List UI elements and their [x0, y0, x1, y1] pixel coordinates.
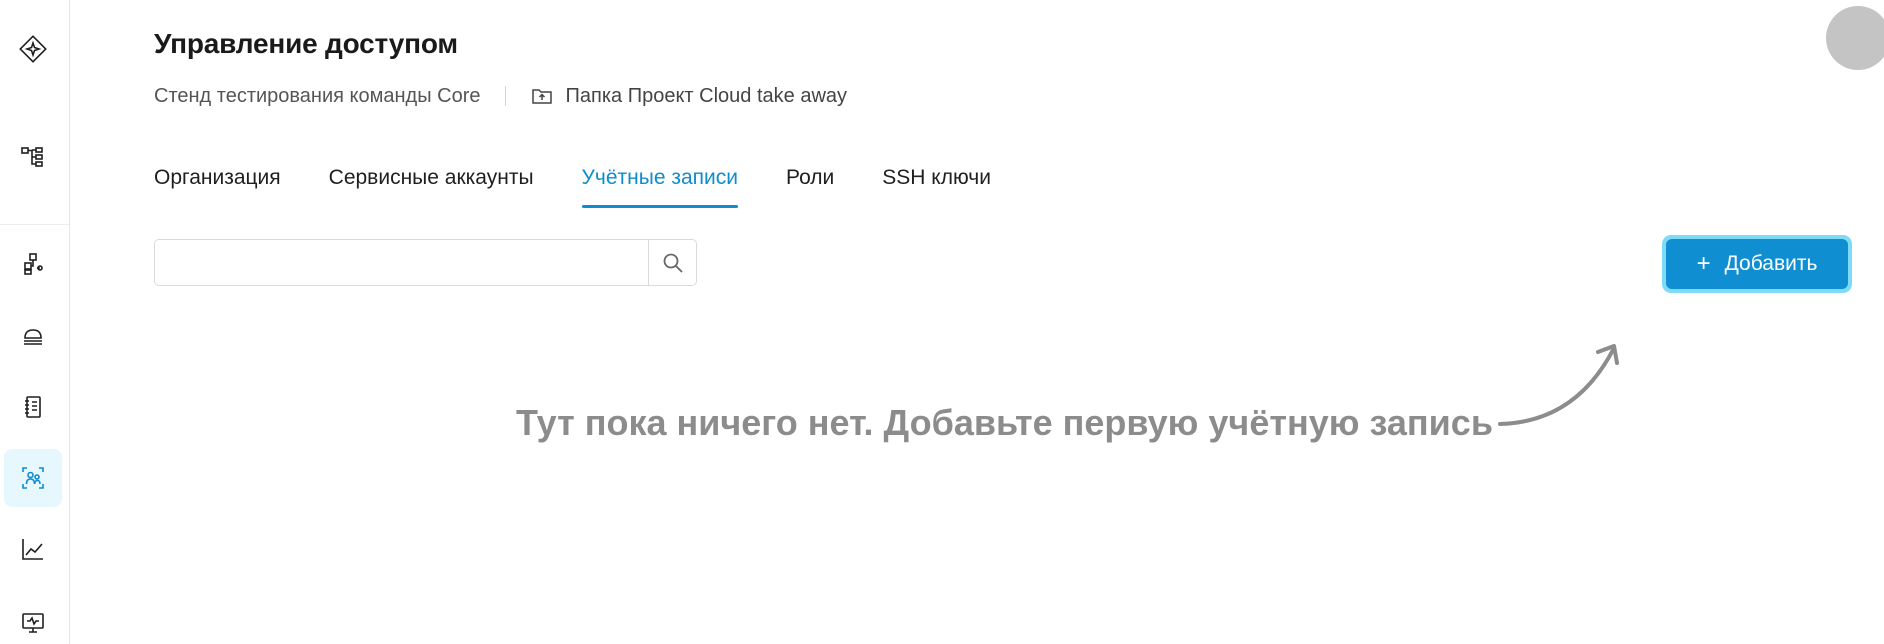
logo-icon[interactable]: [4, 20, 62, 78]
sidebar: [0, 0, 70, 644]
services-icon[interactable]: [4, 235, 62, 293]
tab-ssh-keys[interactable]: SSH ключи: [882, 166, 991, 208]
add-button-label: Добавить: [1724, 252, 1818, 275]
arrow-icon: [1498, 344, 1619, 426]
app-root: Управление доступом Стенд тестирования к…: [0, 0, 1884, 644]
add-button[interactable]: + Добавить: [1666, 239, 1848, 289]
tab-bar: Организация Сервисные аккаунты Учётные з…: [154, 166, 991, 208]
empty-state-message: Тут пока ничего нет. Добавьте первую учё…: [516, 402, 1493, 443]
folder-link[interactable]: Папка Проект Cloud take away: [530, 84, 848, 108]
users-access-icon[interactable]: [4, 449, 62, 507]
tab-roles[interactable]: Роли: [786, 166, 834, 208]
search-input[interactable]: [155, 240, 648, 285]
folder-label: Папка Проект Cloud take away: [565, 84, 848, 107]
breadcrumb-divider: [504, 86, 506, 106]
add-button-focus-ring: + Добавить: [1662, 235, 1852, 293]
sidebar-divider: [0, 224, 70, 225]
monitor-icon[interactable]: [4, 593, 62, 644]
hierarchy-icon[interactable]: [4, 128, 62, 186]
plus-icon: +: [1696, 250, 1711, 277]
search-icon: [663, 253, 683, 273]
avatar[interactable]: [1826, 6, 1884, 70]
chart-line-icon[interactable]: [4, 520, 62, 578]
tab-service-accounts[interactable]: Сервисные аккаунты: [329, 166, 534, 208]
org-name[interactable]: Стенд тестирования команды Core: [154, 85, 481, 108]
breadcrumb: Стенд тестирования команды Core Папка Пр…: [154, 84, 847, 108]
search-box: [154, 239, 697, 286]
cloud-icon[interactable]: [4, 307, 62, 365]
tab-organization[interactable]: Организация: [154, 166, 281, 208]
notebook-icon[interactable]: [4, 378, 62, 436]
folder-upload-icon: [531, 89, 552, 104]
search-button[interactable]: [648, 240, 696, 285]
tab-accounts[interactable]: Учётные записи: [581, 166, 739, 208]
page-title: Управление доступом: [154, 28, 458, 59]
